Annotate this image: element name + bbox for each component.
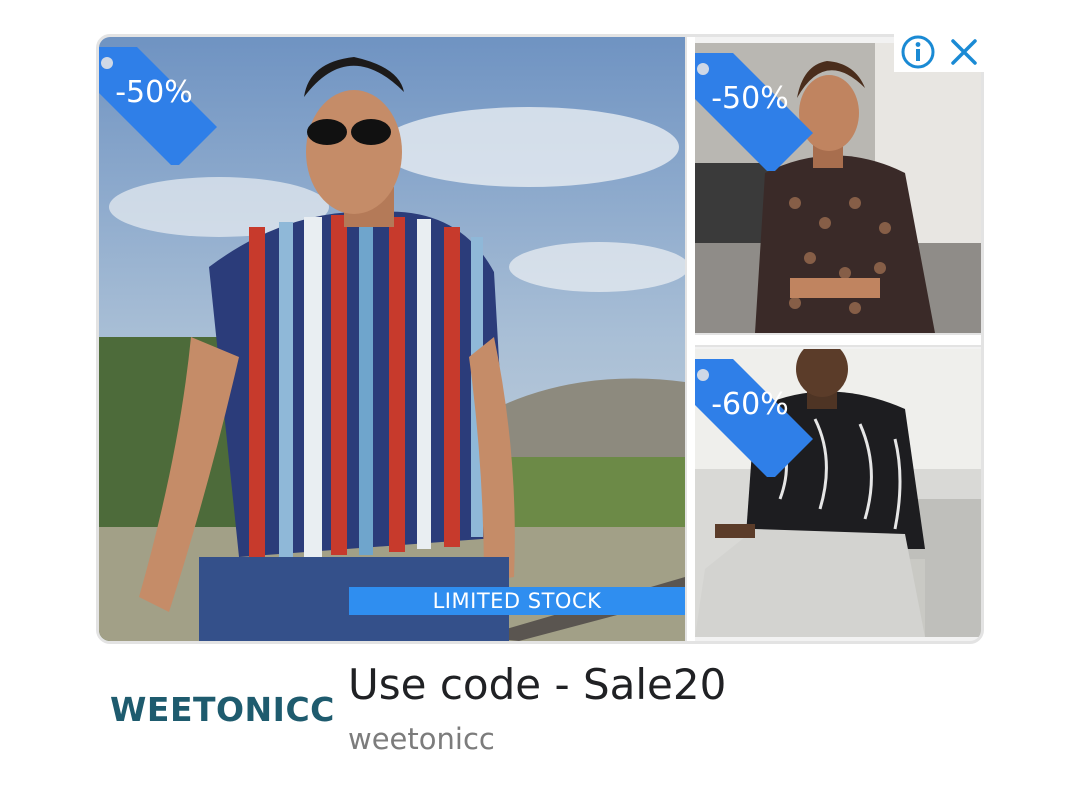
discount-tag: -60% (695, 357, 833, 477)
info-icon[interactable] (900, 34, 936, 70)
discount-tag: -50% (99, 45, 237, 165)
product-image-striped-shirt[interactable]: -50% LIMITED STOCK (99, 37, 685, 641)
discount-label: -50% (711, 81, 789, 116)
grid-divider (695, 333, 981, 347)
ad-headline[interactable]: Use code - Sale20 (348, 660, 726, 709)
ad-choices-controls (894, 32, 986, 72)
limited-stock-banner: LIMITED STOCK (349, 587, 685, 615)
discount-label: -60% (711, 387, 789, 422)
advertiser-name[interactable]: weetonicc (348, 722, 495, 756)
discount-label: -50% (115, 75, 193, 110)
advertiser-logo[interactable]: WEETONICC (110, 690, 334, 729)
product-image-printed-shirt[interactable]: -50% (695, 43, 981, 333)
ad-image-grid[interactable]: -50% LIMITED STOCK -50% -60% (96, 34, 984, 644)
discount-tag: -50% (695, 51, 833, 171)
grid-divider (685, 37, 695, 641)
product-image-leaf-shirt[interactable]: -60% (695, 349, 981, 637)
close-icon[interactable] (948, 36, 980, 68)
